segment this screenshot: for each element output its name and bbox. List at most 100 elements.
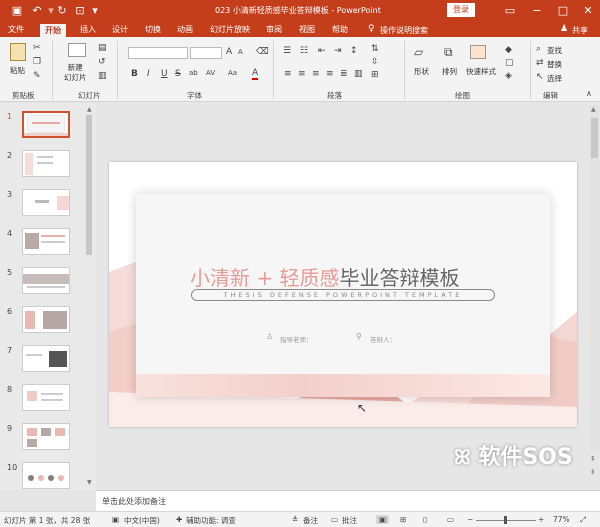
previous-slide-icon[interactable]: ⇞ bbox=[590, 455, 596, 463]
zoom-level[interactable]: 77% bbox=[553, 515, 570, 524]
tab-home[interactable]: 开始 bbox=[40, 24, 66, 37]
scroll-up-icon[interactable]: ▲ bbox=[591, 106, 596, 113]
shapes-button[interactable]: 形状 bbox=[414, 66, 429, 77]
slideshow-icon[interactable]: ▭ bbox=[447, 515, 454, 524]
slide-sorter-icon[interactable]: ⊞ bbox=[400, 515, 406, 524]
new-slide-icon[interactable] bbox=[68, 43, 86, 57]
tab-review[interactable]: 审阅 bbox=[266, 23, 282, 37]
shape-fill-icon[interactable]: ◆ bbox=[505, 45, 512, 55]
scroll-down-icon[interactable]: ▼ bbox=[87, 479, 92, 486]
quick-styles-button[interactable]: 快速样式 bbox=[466, 66, 496, 77]
presenter-label[interactable]: 答辩人： bbox=[370, 334, 396, 344]
zoom-slider-thumb[interactable] bbox=[504, 516, 507, 524]
smartart-icon[interactable]: ⊞ bbox=[371, 70, 379, 80]
italic-button[interactable]: I bbox=[147, 69, 150, 79]
columns-icon[interactable]: ▥ bbox=[354, 69, 363, 79]
zoom-out-icon[interactable]: − bbox=[467, 515, 473, 524]
reading-view-icon[interactable]: ▯ bbox=[423, 515, 427, 524]
replace-icon[interactable]: ⇄ bbox=[536, 58, 544, 68]
arrange-button[interactable]: 排列 bbox=[442, 66, 457, 77]
customize-icon[interactable]: ▾ bbox=[88, 3, 102, 17]
scroll-thumb[interactable] bbox=[86, 115, 92, 255]
underline-button[interactable]: U bbox=[161, 69, 168, 79]
arrange-icon[interactable]: ⧉ bbox=[444, 45, 453, 60]
slide-thumbnail-6[interactable] bbox=[22, 306, 70, 333]
slide-thumbnail-8[interactable] bbox=[22, 384, 70, 411]
slide-thumbnail-5[interactable] bbox=[22, 267, 70, 294]
format-painter-icon[interactable]: ✎ bbox=[33, 71, 41, 81]
replace-button[interactable]: 替换 bbox=[547, 59, 562, 70]
numbering-icon[interactable]: ☷ bbox=[300, 46, 308, 56]
slide-thumbnail-10[interactable] bbox=[22, 462, 70, 489]
paste-button[interactable]: 粘贴 bbox=[10, 65, 25, 76]
slide-subtitle[interactable]: THESIS DEFENSE POWERPOINT TEMPLATE bbox=[191, 289, 495, 301]
comments-toggle[interactable]: 批注 bbox=[342, 515, 357, 526]
share-button[interactable]: 共享 bbox=[572, 25, 588, 36]
shapes-icon[interactable]: ▱ bbox=[414, 45, 423, 59]
justify-icon[interactable]: ≡ bbox=[326, 69, 334, 79]
accessibility-status[interactable]: 辅助功能: 调查 bbox=[186, 515, 236, 526]
section-icon[interactable]: ▥ bbox=[98, 71, 107, 81]
login-button[interactable]: 登录 bbox=[447, 3, 475, 17]
slide-thumbnail-2[interactable] bbox=[22, 150, 70, 177]
change-case-button[interactable]: Aa bbox=[228, 69, 237, 77]
slide-thumbnail-7[interactable] bbox=[22, 345, 70, 372]
select-button[interactable]: 选择 bbox=[547, 73, 562, 84]
slide-thumbnail-4[interactable] bbox=[22, 228, 70, 255]
new-slide-button[interactable]: 新建 幻灯片 bbox=[64, 63, 87, 83]
distribute-icon[interactable]: ≣ bbox=[340, 69, 348, 79]
clear-format-icon[interactable]: ⌫ bbox=[256, 47, 269, 57]
shape-effects-icon[interactable]: ◈ bbox=[505, 71, 512, 81]
tab-transitions[interactable]: 切换 bbox=[145, 23, 161, 37]
scroll-thumb[interactable] bbox=[591, 118, 598, 158]
close-icon[interactable]: ✕ bbox=[581, 3, 595, 17]
slide-thumbnail-3[interactable] bbox=[22, 189, 70, 216]
font-size-combo[interactable] bbox=[190, 47, 222, 59]
collapse-ribbon-icon[interactable]: ∧ bbox=[586, 89, 592, 98]
notes-icon[interactable]: ≜ bbox=[292, 515, 298, 524]
tab-slideshow[interactable]: 幻灯片放映 bbox=[210, 23, 250, 37]
cut-icon[interactable]: ✂ bbox=[33, 43, 41, 53]
align-left-icon[interactable]: ≡ bbox=[284, 69, 292, 79]
find-button[interactable]: 查找 bbox=[547, 45, 562, 56]
shape-outline-icon[interactable]: ▢ bbox=[505, 58, 514, 68]
ribbon-display-icon[interactable]: ▭ bbox=[503, 3, 517, 17]
tab-help[interactable]: 帮助 bbox=[332, 23, 348, 37]
tab-file[interactable]: 文件 bbox=[8, 23, 24, 37]
align-center-icon[interactable]: ≡ bbox=[298, 69, 306, 79]
notes-pane[interactable]: 单击此处添加备注 bbox=[96, 490, 600, 511]
grow-font-icon[interactable]: A bbox=[226, 47, 232, 57]
slide-thumbnail-1[interactable] bbox=[22, 111, 70, 138]
slide-thumbnail-9[interactable] bbox=[22, 423, 70, 450]
normal-view-icon[interactable]: ▣ bbox=[376, 515, 390, 524]
redo-icon[interactable]: ↻ bbox=[55, 3, 69, 17]
main-slide[interactable]: 小清新 + 轻质感毕业答辩模板 THESIS DEFENSE POWERPOIN… bbox=[109, 162, 577, 427]
next-slide-icon[interactable]: ⇟ bbox=[590, 468, 596, 476]
increase-indent-icon[interactable]: ⇥ bbox=[334, 46, 342, 56]
tab-animations[interactable]: 动画 bbox=[177, 23, 193, 37]
font-family-combo[interactable] bbox=[128, 47, 188, 59]
decrease-indent-icon[interactable]: ⇤ bbox=[318, 46, 326, 56]
find-icon[interactable]: ⌕ bbox=[536, 44, 541, 54]
font-color-button[interactable]: A bbox=[252, 68, 259, 80]
maximize-icon[interactable]: □ bbox=[556, 3, 570, 17]
zoom-in-icon[interactable]: + bbox=[538, 515, 544, 524]
select-icon[interactable]: ↖ bbox=[536, 72, 544, 82]
quick-styles-icon[interactable] bbox=[470, 45, 486, 59]
notes-toggle[interactable]: 备注 bbox=[303, 515, 318, 526]
scroll-up-icon[interactable]: ▲ bbox=[87, 106, 92, 113]
reset-icon[interactable]: ↺ bbox=[98, 57, 106, 67]
fit-to-window-icon[interactable]: ⤢ bbox=[580, 515, 586, 525]
layout-icon[interactable]: ▤ bbox=[98, 43, 107, 53]
tell-me-search[interactable]: 操作说明搜索 bbox=[380, 25, 428, 36]
shrink-font-icon[interactable]: A bbox=[238, 48, 243, 56]
save-icon[interactable]: ▣ bbox=[10, 3, 24, 17]
line-spacing-icon[interactable]: ↕ bbox=[350, 46, 358, 56]
tab-design[interactable]: 设计 bbox=[112, 23, 128, 37]
strikethrough-button[interactable]: S bbox=[175, 69, 181, 79]
advisor-label[interactable]: 指导老师： bbox=[280, 334, 313, 344]
accessibility-icon[interactable]: ✚ bbox=[176, 515, 182, 524]
text-direction-icon[interactable]: ⇅ bbox=[371, 44, 379, 54]
minimize-icon[interactable]: − bbox=[530, 3, 544, 17]
language-status[interactable]: 中文(中国) bbox=[124, 515, 160, 526]
